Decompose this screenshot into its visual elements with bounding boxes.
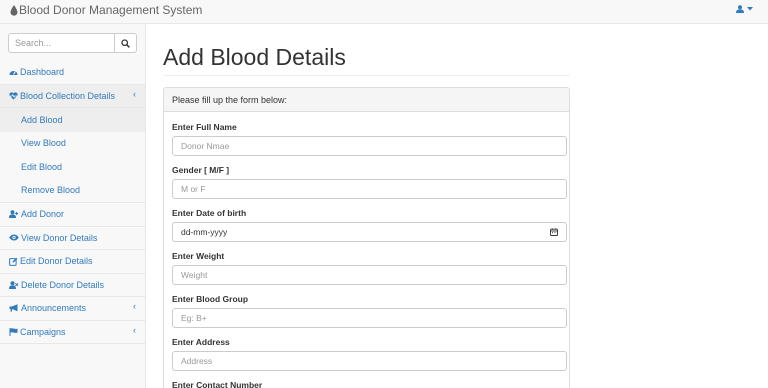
sidebar-item-add-donor[interactable]: Add Donor bbox=[0, 203, 145, 227]
page-title: Add Blood Details bbox=[163, 44, 346, 70]
brand[interactable]: Blood Donor Management System bbox=[10, 3, 202, 17]
sidebar-item-view-blood[interactable]: View Blood bbox=[0, 132, 145, 156]
blood-group-label: Enter Blood Group bbox=[172, 294, 249, 304]
form-group-address: Enter Address bbox=[172, 337, 567, 371]
dashboard-icon bbox=[9, 71, 18, 76]
sidebar-item-label: Delete Donor Details bbox=[21, 279, 105, 290]
flag-icon bbox=[9, 327, 18, 336]
blood-group-input[interactable] bbox=[172, 308, 567, 328]
sidebar-item-label: Announcements bbox=[21, 303, 87, 314]
contact-number-label: Enter Contact Number bbox=[172, 380, 263, 388]
date-of-birth-input[interactable]: dd-mm-yyyy bbox=[172, 222, 567, 242]
date-of-birth-value: dd-mm-yyyy bbox=[181, 227, 228, 237]
full-name-input[interactable] bbox=[172, 136, 567, 156]
sidebar-item-label: Add Donor bbox=[21, 209, 65, 220]
sidebar-item-dashboard[interactable]: Dashboard bbox=[0, 61, 145, 85]
sidebar-search bbox=[8, 33, 137, 53]
sidebar-item-blood-collection[interactable]: Blood Collection Details ‹ bbox=[0, 84, 145, 108]
edit-icon bbox=[9, 257, 18, 266]
heartbeat-icon bbox=[9, 92, 18, 100]
sidebar: Dashboard Blood Collection Details ‹ Add… bbox=[0, 24, 146, 388]
form-group-contact-number: Enter Contact Number bbox=[172, 380, 567, 388]
user-times-icon bbox=[9, 280, 19, 289]
sidebar-item-edit-blood[interactable]: Edit Blood bbox=[0, 155, 145, 179]
gender-label: Gender [ M/F ] bbox=[172, 165, 230, 175]
app-title: Blood Donor Management System bbox=[19, 3, 203, 17]
form-group-date-of-birth: Enter Date of birth dd-mm-yyyy bbox=[172, 208, 567, 242]
search-icon bbox=[121, 38, 130, 48]
calendar-icon[interactable] bbox=[550, 228, 558, 236]
search-button[interactable] bbox=[115, 33, 137, 53]
address-input[interactable] bbox=[172, 351, 567, 371]
sidebar-item-view-donor[interactable]: View Donor Details bbox=[0, 227, 145, 250]
sidebar-item-label: Campaigns bbox=[20, 326, 66, 337]
user-menu-toggle[interactable] bbox=[736, 5, 753, 13]
sidebar-item-label: View Blood bbox=[21, 138, 66, 149]
weight-input[interactable] bbox=[172, 265, 567, 285]
search-input[interactable] bbox=[8, 33, 115, 53]
sidebar-item-remove-blood[interactable]: Remove Blood bbox=[0, 179, 145, 203]
date-of-birth-label: Enter Date of birth bbox=[172, 208, 247, 218]
caret-down-icon bbox=[747, 7, 753, 11]
sidebar-item-label: Edit Donor Details bbox=[20, 256, 93, 267]
sidebar-item-edit-donor[interactable]: Edit Donor Details bbox=[0, 250, 145, 274]
sidebar-item-label: Dashboard bbox=[20, 67, 65, 78]
form-group-blood-group: Enter Blood Group bbox=[172, 294, 567, 328]
top-navbar: Blood Donor Management System bbox=[0, 0, 768, 24]
sidebar-nav: Dashboard Blood Collection Details ‹ Add… bbox=[0, 61, 145, 344]
sidebar-item-campaigns[interactable]: Campaigns ‹ bbox=[0, 321, 145, 344]
form-group-weight: Enter Weight bbox=[172, 251, 567, 285]
user-plus-icon bbox=[9, 210, 19, 219]
bullhorn-icon bbox=[9, 304, 18, 312]
divider bbox=[163, 75, 570, 76]
sidebar-item-add-blood[interactable]: Add Blood bbox=[0, 108, 145, 132]
eye-icon bbox=[9, 234, 19, 241]
weight-label: Enter Weight bbox=[172, 251, 225, 261]
blood-collection-submenu: Add Blood View Blood Edit Blood Remove B… bbox=[0, 108, 145, 203]
chevron-left-icon: ‹ bbox=[133, 324, 136, 335]
sidebar-item-delete-donor[interactable]: Delete Donor Details bbox=[0, 274, 145, 297]
chevron-left-icon: ‹ bbox=[133, 301, 136, 311]
sidebar-item-label: View Donor Details bbox=[21, 232, 98, 243]
sidebar-item-announcements[interactable]: Announcements ‹ bbox=[0, 297, 145, 321]
form-group-gender: Gender [ M/F ] bbox=[172, 165, 567, 199]
address-label: Enter Address bbox=[172, 337, 230, 347]
sidebar-item-label: Edit Blood bbox=[21, 161, 63, 172]
form-group-full-name: Enter Full Name bbox=[172, 122, 567, 156]
full-name-label: Enter Full Name bbox=[172, 122, 237, 132]
sidebar-item-label: Blood Collection Details bbox=[20, 90, 116, 101]
gender-input[interactable] bbox=[172, 179, 567, 199]
user-icon bbox=[736, 5, 744, 13]
blood-details-form-panel: Please fill up the form below: Enter Ful… bbox=[163, 87, 570, 388]
sidebar-item-label: Add Blood bbox=[21, 114, 63, 125]
blood-drop-icon bbox=[10, 4, 18, 16]
panel-heading: Please fill up the form below: bbox=[164, 88, 569, 112]
sidebar-item-label: Remove Blood bbox=[21, 185, 81, 196]
chevron-left-icon: ‹ bbox=[133, 88, 136, 99]
